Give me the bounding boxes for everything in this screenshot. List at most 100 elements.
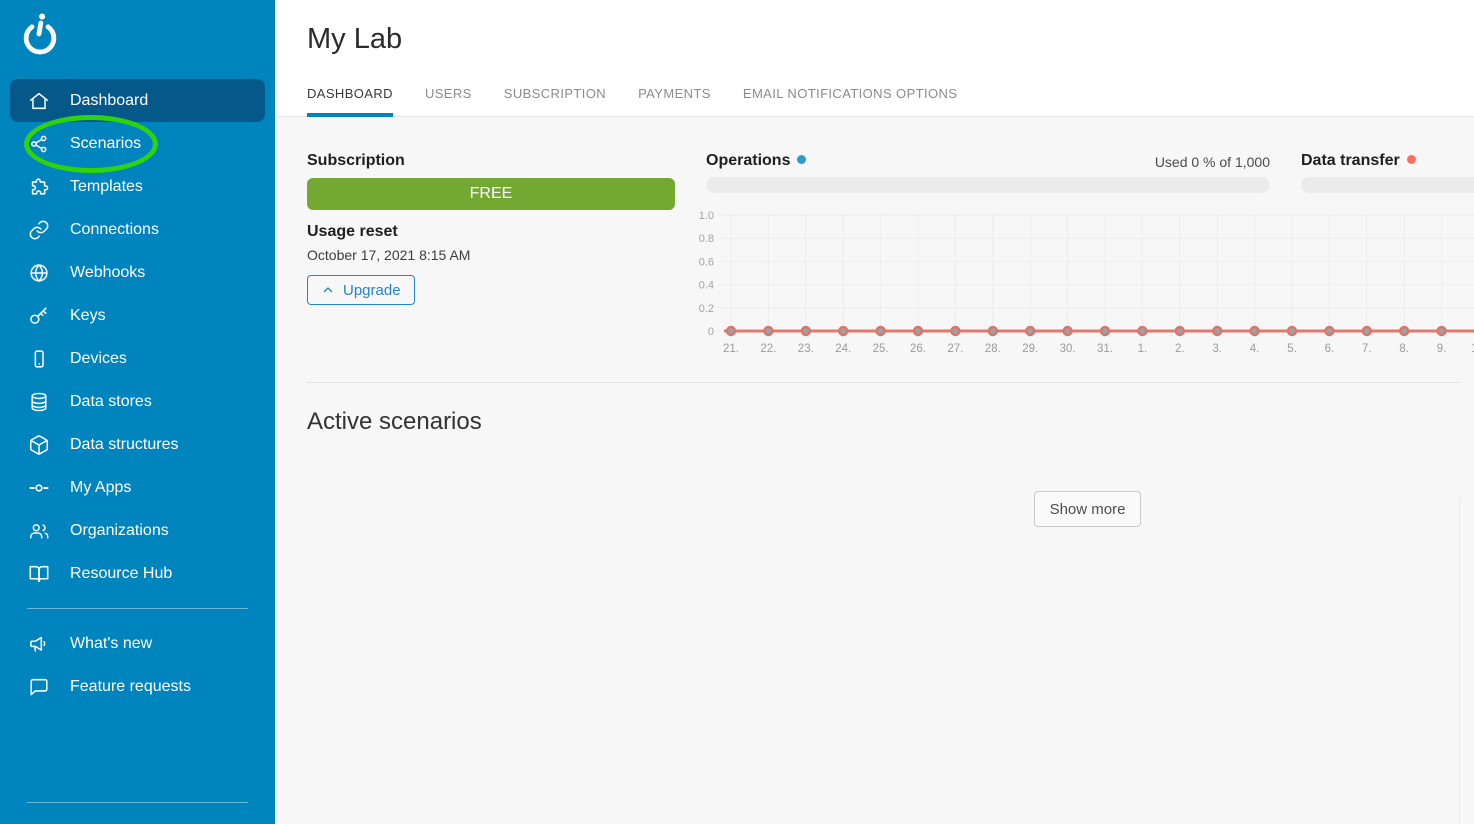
svg-text:22.: 22. — [760, 343, 776, 355]
link-icon — [27, 218, 51, 242]
sidebar-item-label: What's new — [70, 635, 152, 653]
sidebar-item-keys[interactable]: Keys — [0, 294, 275, 337]
sidebar-item-label: My Apps — [70, 479, 131, 497]
chevron-up-icon — [321, 283, 335, 297]
svg-text:21.: 21. — [723, 343, 739, 355]
node-circuit-icon — [27, 476, 51, 500]
svg-text:0: 0 — [708, 326, 714, 338]
show-more-button[interactable]: Show more — [1034, 491, 1141, 527]
sidebar-item-dashboard[interactable]: Dashboard — [10, 79, 265, 122]
svg-text:25.: 25. — [873, 343, 889, 355]
svg-text:0.6: 0.6 — [699, 256, 714, 268]
operations-heading: Operations — [706, 152, 790, 169]
active-scenarios-heading: Active scenarios — [307, 408, 482, 436]
sidebar-item-webhooks[interactable]: Webhooks — [0, 251, 275, 294]
svg-text:2.: 2. — [1175, 343, 1185, 355]
scroll-area-edge — [1459, 497, 1460, 824]
tab-dashboard[interactable]: DASHBOARD — [307, 86, 393, 117]
data-transfer-status-dot — [1407, 155, 1416, 164]
svg-text:0.8: 0.8 — [699, 233, 714, 245]
usage-reset-value: October 17, 2021 8:15 AM — [307, 247, 470, 263]
sidebar-item-label: Resource Hub — [70, 565, 172, 583]
svg-text:0.4: 0.4 — [699, 280, 714, 292]
usage-line-chart: 00.20.40.60.81.021.22.23.24.25.26.27.28.… — [658, 209, 1474, 361]
plan-badge: FREE — [307, 178, 675, 210]
sidebar-item-label: Templates — [70, 178, 143, 196]
svg-text:8.: 8. — [1399, 343, 1409, 355]
sidebar-item-label: Organizations — [70, 522, 169, 540]
svg-text:9.: 9. — [1437, 343, 1447, 355]
svg-text:4.: 4. — [1250, 343, 1260, 355]
data-transfer-header: Data transfer — [1301, 152, 1416, 170]
svg-text:28.: 28. — [985, 343, 1001, 355]
svg-text:1.: 1. — [1138, 343, 1148, 355]
operations-header: Operations Used 0 % of 1,000 — [706, 147, 1270, 169]
share-nodes-icon — [27, 132, 51, 156]
sidebar: Dashboard Scenarios Templates Connection… — [0, 0, 275, 824]
tab-users[interactable]: USERS — [425, 86, 472, 117]
subscription-heading: Subscription — [307, 152, 405, 170]
sidebar-item-my-apps[interactable]: My Apps — [0, 466, 275, 509]
sidebar-item-feature-requests[interactable]: Feature requests — [0, 665, 275, 708]
open-book-icon — [27, 562, 51, 586]
sidebar-item-organizations[interactable]: Organizations — [0, 509, 275, 552]
sidebar-bottom-divider — [27, 802, 248, 803]
svg-text:24.: 24. — [835, 343, 851, 355]
dashboard-content: Subscription FREE Usage reset October 17… — [275, 117, 1474, 824]
sidebar-item-resource-hub[interactable]: Resource Hub — [0, 552, 275, 595]
sidebar-nav: Dashboard Scenarios Templates Connection… — [0, 79, 275, 708]
sidebar-item-scenarios[interactable]: Scenarios — [0, 122, 275, 165]
tab-payments[interactable]: PAYMENTS — [638, 86, 711, 117]
main-area: My Lab DASHBOARD USERS SUBSCRIPTION PAYM… — [275, 0, 1474, 824]
upgrade-button-label: Upgrade — [343, 282, 401, 299]
sidebar-item-templates[interactable]: Templates — [0, 165, 275, 208]
globe-icon — [27, 261, 51, 285]
sidebar-item-data-stores[interactable]: Data stores — [0, 380, 275, 423]
integromat-logo-icon[interactable] — [19, 13, 61, 57]
svg-text:23.: 23. — [798, 343, 814, 355]
svg-text:5.: 5. — [1287, 343, 1297, 355]
sidebar-item-label: Webhooks — [70, 264, 145, 282]
sidebar-item-label: Scenarios — [70, 135, 141, 153]
tab-email-notifications-options[interactable]: EMAIL NOTIFICATIONS OPTIONS — [743, 86, 957, 117]
sidebar-item-label: Devices — [70, 350, 127, 368]
sidebar-item-whats-new[interactable]: What's new — [0, 622, 275, 665]
data-transfer-heading: Data transfer — [1301, 152, 1400, 169]
svg-text:26.: 26. — [910, 343, 926, 355]
puzzle-icon — [27, 175, 51, 199]
page-header: My Lab DASHBOARD USERS SUBSCRIPTION PAYM… — [275, 0, 1474, 117]
sidebar-item-data-structures[interactable]: Data structures — [0, 423, 275, 466]
tab-bar: DASHBOARD USERS SUBSCRIPTION PAYMENTS EM… — [307, 86, 957, 117]
database-icon — [27, 390, 51, 414]
sidebar-item-label: Connections — [70, 221, 159, 239]
sidebar-item-label: Data structures — [70, 436, 178, 454]
svg-text:30.: 30. — [1060, 343, 1076, 355]
usage-reset-heading: Usage reset — [307, 223, 398, 241]
key-icon — [27, 304, 51, 328]
sidebar-item-label: Dashboard — [70, 92, 148, 110]
megaphone-icon — [27, 632, 51, 656]
operations-status-dot — [797, 155, 806, 164]
tab-subscription[interactable]: SUBSCRIPTION — [504, 86, 606, 117]
app-window: Dashboard Scenarios Templates Connection… — [0, 0, 1474, 824]
svg-text:31.: 31. — [1097, 343, 1113, 355]
sidebar-item-connections[interactable]: Connections — [0, 208, 275, 251]
cube-icon — [27, 433, 51, 457]
people-group-icon — [27, 519, 51, 543]
sidebar-item-label: Feature requests — [70, 678, 191, 696]
svg-text:3.: 3. — [1212, 343, 1222, 355]
svg-text:1.0: 1.0 — [699, 210, 714, 222]
upgrade-button[interactable]: Upgrade — [307, 275, 415, 305]
section-divider — [307, 382, 1460, 383]
sidebar-item-label: Keys — [70, 307, 106, 325]
speech-bubble-icon — [27, 675, 51, 699]
svg-text:27.: 27. — [947, 343, 963, 355]
home-icon — [27, 89, 51, 113]
data-transfer-progress-bar — [1301, 177, 1474, 193]
svg-text:7.: 7. — [1362, 343, 1372, 355]
sidebar-item-label: Data stores — [70, 393, 152, 411]
sidebar-item-devices[interactable]: Devices — [0, 337, 275, 380]
operations-progress-bar — [706, 177, 1270, 193]
operations-usage-text: Used 0 % of 1,000 — [1155, 154, 1270, 170]
svg-text:29.: 29. — [1022, 343, 1038, 355]
